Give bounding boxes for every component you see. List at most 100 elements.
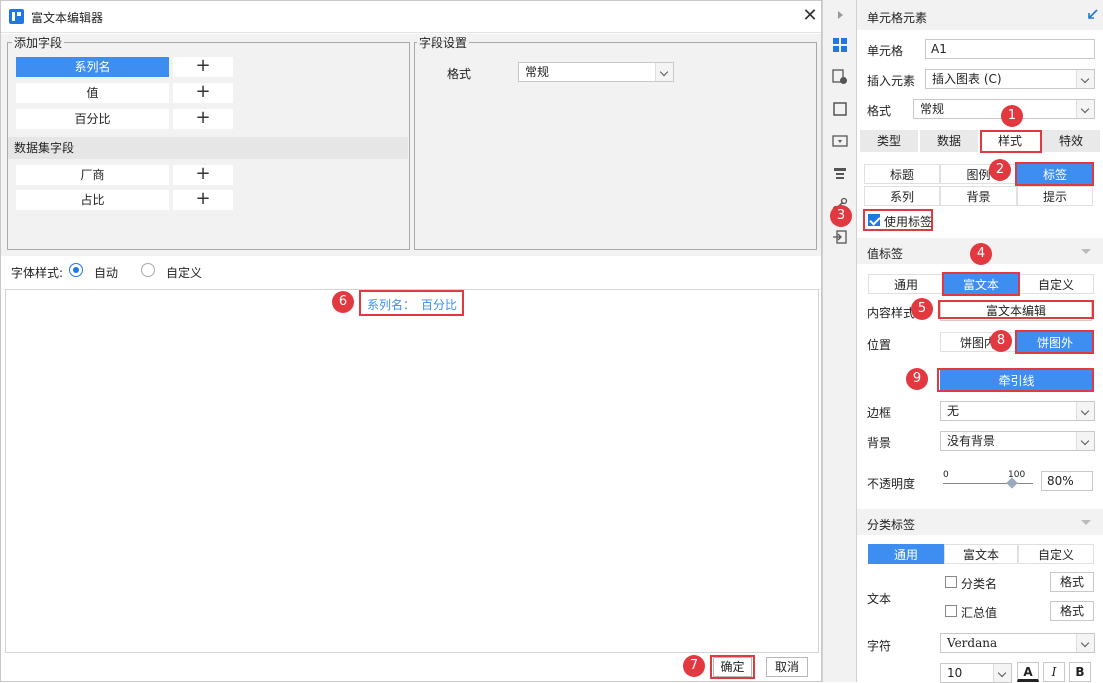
category-name-format-button[interactable]: 格式: [1050, 572, 1094, 592]
expand-arrow-icon[interactable]: [835, 7, 845, 23]
field-settings-legend: 字段设置: [417, 34, 470, 51]
text-label: 文本: [867, 592, 892, 606]
annotation-badge-2: 2: [989, 159, 1011, 181]
font-style-auto-radio[interactable]: [69, 263, 83, 277]
chevron-down-icon: [1076, 100, 1094, 118]
field-value[interactable]: 值: [16, 83, 169, 103]
value-tab-custom[interactable]: 自定义: [1018, 274, 1094, 294]
summary-format-button[interactable]: 格式: [1050, 601, 1094, 621]
add-series-name-button[interactable]: +: [173, 57, 233, 77]
editor-token-series-name[interactable]: 系列名：: [367, 296, 415, 313]
value-label-title: 值标签: [867, 247, 904, 261]
font-style-auto-label: 自动: [94, 266, 119, 280]
leader-line-highlight: [937, 368, 1094, 392]
editor-token-percent[interactable]: 百分比: [421, 296, 457, 313]
insert-element-label: 插入元素: [867, 74, 916, 88]
opacity-slider-track[interactable]: [943, 483, 1033, 484]
field-format-label: 格式: [447, 67, 472, 81]
font-family-select[interactable]: Verdana: [940, 633, 1095, 653]
font-color-button[interactable]: A: [1017, 662, 1039, 682]
font-size-value: 10: [947, 666, 963, 680]
subtab-series[interactable]: 系列: [864, 186, 940, 206]
field-format-value: 常规: [525, 65, 550, 79]
field-format-select[interactable]: 常规: [518, 62, 674, 82]
border-select[interactable]: 无: [940, 401, 1095, 421]
summary-checkbox[interactable]: [945, 605, 957, 617]
subtab-title[interactable]: 标题: [864, 164, 940, 184]
opacity-input[interactable]: 80%: [1041, 471, 1093, 491]
chevron-down-icon: [655, 63, 673, 81]
add-percent-button[interactable]: +: [173, 109, 233, 129]
italic-button[interactable]: I: [1043, 662, 1065, 682]
cell-element-icon[interactable]: [832, 37, 848, 53]
font-style-custom-label: 自定义: [166, 266, 203, 280]
category-name-text: 分类名: [961, 577, 998, 591]
side-icon-strip: 3: [822, 0, 856, 682]
cell-element-panel: 单元格元素 单元格 A1 插入元素 插入图表 (C) 格式 常规 类型 数据 样…: [856, 0, 1103, 683]
category-tab-common[interactable]: 通用: [868, 544, 944, 564]
font-size-select[interactable]: 10: [940, 663, 1012, 683]
add-vendor-button[interactable]: +: [173, 165, 233, 185]
chevron-down-icon: [993, 664, 1011, 682]
opacity-label: 不透明度: [867, 477, 916, 491]
opacity-value: 80%: [1047, 474, 1074, 488]
style-tab-highlight: [980, 130, 1042, 153]
dropdown-widget-icon[interactable]: [832, 133, 848, 149]
border-label: 边框: [867, 406, 892, 420]
slider-min: 0: [943, 470, 949, 480]
import-icon[interactable]: [832, 229, 848, 245]
rich-text-editor-dialog: 富文本编辑器 ✕ 添加字段 系列名 + 值 + 百分比 + 数据集字段 厂商 +…: [0, 0, 822, 682]
annotation-badge-8: 8: [990, 330, 1012, 352]
chevron-down-icon: [1076, 634, 1094, 652]
field-series-name[interactable]: 系列名: [16, 57, 169, 77]
tab-type[interactable]: 类型: [860, 130, 918, 152]
dataset-fields-header: 数据集字段: [8, 137, 408, 159]
background-select[interactable]: 没有背景: [940, 431, 1095, 451]
ok-button[interactable]: 确定: [713, 657, 752, 677]
tab-data[interactable]: 数据: [920, 130, 978, 152]
cancel-button[interactable]: 取消: [766, 657, 808, 677]
category-tab-richtext[interactable]: 富文本: [944, 544, 1018, 564]
format-value: 常规: [920, 102, 945, 116]
add-share-button[interactable]: +: [173, 190, 233, 210]
category-name-checkbox[interactable]: [945, 576, 957, 588]
widget-frame-icon[interactable]: [832, 101, 848, 117]
dialog-titlebar: 富文本编辑器 ✕: [1, 1, 821, 33]
add-value-button[interactable]: +: [173, 83, 233, 103]
bold-button[interactable]: B: [1069, 662, 1091, 682]
border-value: 无: [947, 404, 960, 418]
tab-effects[interactable]: 特效: [1042, 130, 1100, 152]
font-style-label: 字体样式:: [11, 266, 64, 280]
content-style-label: 内容样式: [867, 306, 916, 320]
dialog-title: 富文本编辑器: [31, 11, 104, 25]
top-area: 添加字段 系列名 + 值 + 百分比 + 数据集字段 厂商 + 占比 + 字段设…: [1, 34, 821, 256]
annotation-badge-9: 9: [906, 368, 928, 390]
font-family-value: Verdana: [947, 636, 998, 650]
category-label-title: 分类标签: [867, 518, 916, 532]
collapse-arrow-icon[interactable]: [1081, 249, 1091, 254]
rich-edit-highlight: [938, 300, 1094, 319]
summary-text: 汇总值: [961, 606, 998, 620]
subtab-tooltip[interactable]: 提示: [1017, 186, 1093, 206]
subtab-background[interactable]: 背景: [940, 186, 1017, 206]
rich-text-editor-area[interactable]: [5, 289, 819, 653]
field-share[interactable]: 占比: [16, 190, 169, 210]
value-tab-common[interactable]: 通用: [868, 274, 944, 294]
category-tab-custom[interactable]: 自定义: [1018, 544, 1094, 564]
background-label: 背景: [867, 436, 892, 450]
chevron-down-icon: [1076, 432, 1094, 450]
insert-element-select[interactable]: 插入图表 (C): [925, 69, 1095, 89]
use-label-checkbox[interactable]: [868, 214, 880, 226]
field-percent[interactable]: 百分比: [16, 109, 169, 129]
shrink-arrow-icon[interactable]: [1086, 9, 1098, 21]
annotation-badge-7: 7: [683, 655, 705, 677]
font-style-custom-radio[interactable]: [141, 263, 155, 277]
cell-input[interactable]: A1: [925, 39, 1095, 59]
field-vendor[interactable]: 厂商: [16, 165, 169, 185]
list-widget-icon[interactable]: [832, 165, 848, 181]
collapse-arrow-icon[interactable]: [1081, 520, 1091, 525]
cell-attribute-icon[interactable]: [832, 69, 848, 85]
close-icon[interactable]: ✕: [800, 5, 820, 27]
insert-element-value: 插入图表 (C): [932, 72, 1002, 86]
background-value: 没有背景: [947, 434, 996, 448]
